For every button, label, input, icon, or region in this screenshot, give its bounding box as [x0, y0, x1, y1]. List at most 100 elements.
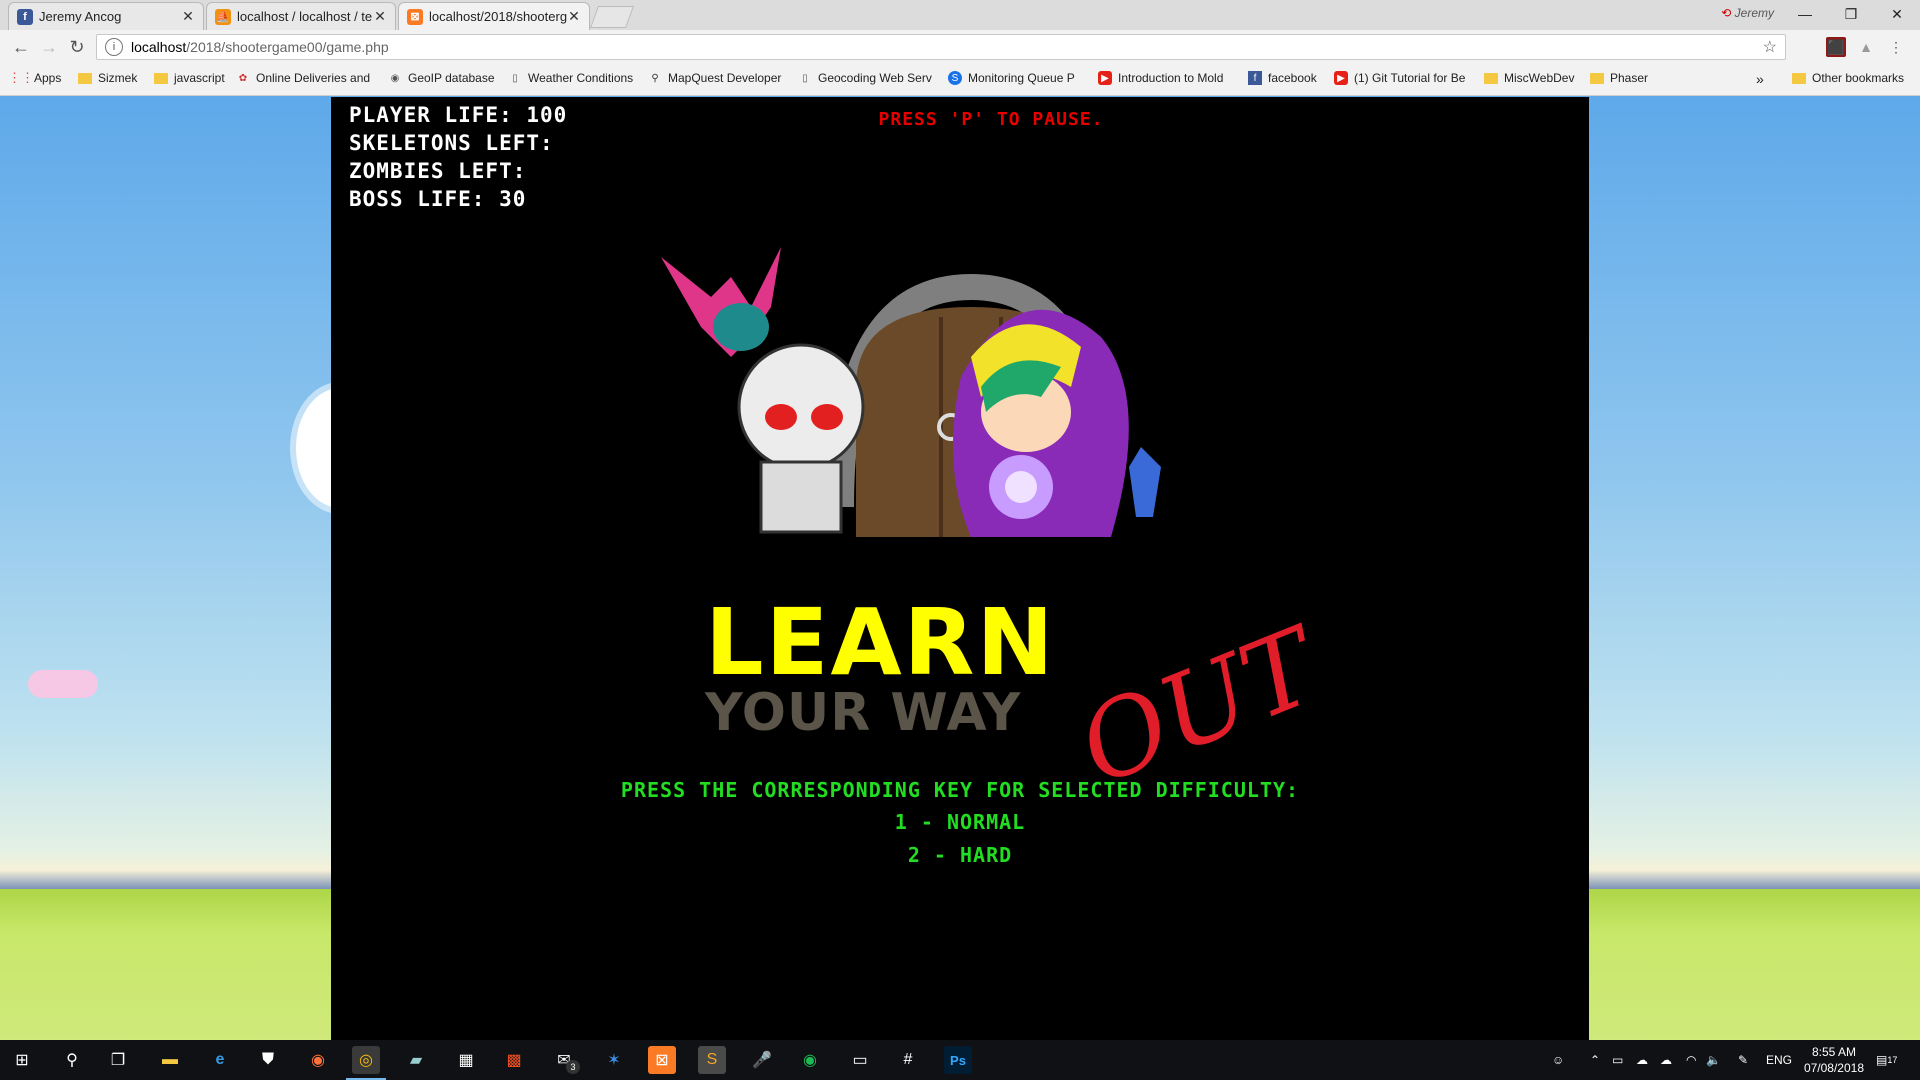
bookmark-mapquest[interactable]: ⚲ MapQuest Developer [648, 71, 781, 85]
magic-orb-glow [1005, 471, 1037, 503]
reload-icon[interactable]: ↻ [66, 36, 88, 58]
skeleton-eye [765, 404, 797, 430]
spotify-icon[interactable]: ◉ [796, 1046, 824, 1074]
windows-start-icon[interactable]: ⊞ [8, 1046, 36, 1074]
youtube-icon: ▶ [1098, 71, 1112, 85]
tab-game[interactable]: ⊠ localhost/2018/shooterg ✕ [398, 2, 590, 30]
terminal-icon[interactable]: ▭ [846, 1046, 874, 1074]
onedrive-icon[interactable]: ☁ [1660, 1040, 1672, 1080]
folder-icon [1590, 72, 1604, 84]
cloud-sprite [28, 670, 98, 698]
logo-your-way: YOUR WAY [705, 683, 1022, 743]
bookmark-label: GeoIP database [408, 71, 495, 85]
more-bookmarks-button[interactable]: » [1756, 71, 1764, 87]
facebook-icon: f [17, 8, 33, 25]
calculator-icon[interactable]: ▦ [452, 1046, 480, 1074]
minimize-button[interactable]: — [1782, 0, 1828, 28]
file-explorer-icon[interactable]: ▬ [156, 1046, 184, 1074]
profile-button[interactable]: ⟲ Jeremy [1721, 6, 1774, 20]
crystal-staff [1129, 447, 1161, 517]
notes-app-icon[interactable]: ▰ [402, 1046, 430, 1074]
bookmark-online-deliveries[interactable]: ✿ Online Deliveries and [236, 71, 370, 85]
cloud-icon[interactable]: ☁ [1636, 1040, 1648, 1080]
bookmark-label: Sizmek [98, 71, 138, 85]
task-view-icon[interactable]: ❐ [104, 1046, 132, 1074]
tab-facebook[interactable]: f Jeremy Ancog ✕ [8, 2, 204, 30]
office-icon[interactable]: ▩ [500, 1046, 528, 1074]
tab-phpmyadmin[interactable]: ⛵ localhost / localhost / te ✕ [206, 2, 396, 30]
game-canvas[interactable]: PLAYER LIFE: 100 SKELETONS LEFT: ZOMBIES… [331, 97, 1589, 1040]
slack-icon[interactable]: # [894, 1046, 922, 1074]
bookmark-label: facebook [1268, 71, 1317, 85]
tab-title: Jeremy Ancog [39, 9, 122, 24]
new-tab-button[interactable] [589, 6, 635, 28]
option-normal[interactable]: 1 - NORMAL [331, 810, 1589, 834]
search-icon[interactable]: ⚲ [58, 1046, 86, 1074]
address-bar[interactable]: i localhost/2018/shootergame00/game.php … [96, 34, 1786, 60]
art-baseline [641, 537, 1281, 547]
folder-icon [78, 72, 92, 84]
mapquest-icon: ⚲ [651, 72, 659, 84]
bookmark-label: Other bookmarks [1812, 71, 1905, 85]
skeleton-ribcage [759, 460, 843, 534]
volume-icon[interactable]: 🔈 [1706, 1040, 1721, 1080]
sublime-text-icon[interactable]: S [698, 1046, 726, 1074]
people-icon[interactable]: ☺ [1552, 1040, 1564, 1080]
store-icon[interactable]: ⛊ [254, 1046, 282, 1074]
skeleton-eye [811, 404, 843, 430]
folder-icon [1792, 72, 1806, 84]
pdf-extension-icon[interactable]: ⬛ [1826, 37, 1846, 57]
bookmark-label: (1) Git Tutorial for Be [1354, 71, 1466, 85]
bookmark-geoip[interactable]: ◉ GeoIP database [388, 71, 495, 85]
option-hard[interactable]: 2 - HARD [331, 843, 1589, 867]
bookmark-apps[interactable]: ⋮⋮ Apps [8, 70, 61, 85]
forward-arrow-icon[interactable]: → [38, 36, 60, 58]
microphone-icon[interactable]: 🎤 [748, 1046, 776, 1074]
bookmark-javascript[interactable]: javascript [154, 71, 225, 85]
apps-grid-icon: ⋮⋮ [8, 70, 34, 85]
edge-icon[interactable]: e [206, 1046, 234, 1074]
notification-center-icon[interactable]: ▤ 17 [1876, 1040, 1897, 1080]
close-window-button[interactable]: ✕ [1874, 0, 1920, 28]
bookmark-label: javascript [174, 71, 225, 85]
facebook-icon: f [1248, 71, 1262, 85]
bookmark-geocoding[interactable]: ▯ Geocoding Web Serv [798, 71, 932, 85]
bookmark-git-tutorial[interactable]: ▶ (1) Git Tutorial for Be [1334, 71, 1465, 85]
photoshop-icon[interactable]: Ps [944, 1046, 972, 1074]
bookmark-phaser[interactable]: Phaser [1590, 71, 1648, 85]
pause-hint: PRESS 'P' TO PAUSE. [878, 109, 1104, 130]
wifi-icon[interactable]: ◠ [1686, 1040, 1696, 1080]
skeleton-skull [737, 343, 865, 471]
other-bookmarks[interactable]: Other bookmarks [1792, 71, 1904, 85]
notification-count: 17 [1887, 1055, 1898, 1065]
bookmark-sizmek[interactable]: Sizmek [78, 71, 137, 85]
difficulty-prompt: PRESS THE CORRESPONDING KEY FOR SELECTED… [620, 778, 1300, 802]
bookmark-facebook[interactable]: f facebook [1248, 71, 1317, 85]
bookmark-molding[interactable]: ▶ Introduction to Mold [1098, 71, 1223, 85]
bookmark-star-icon[interactable]: ☆ [1763, 37, 1777, 57]
close-icon[interactable]: ✕ [567, 8, 581, 25]
bookmark-label: Introduction to Mold [1118, 71, 1224, 85]
menu-dots-icon[interactable]: ⋮ [1886, 37, 1906, 57]
bookmark-miscwebdev[interactable]: MiscWebDev [1484, 71, 1574, 85]
close-icon[interactable]: ✕ [373, 8, 387, 25]
xampp-icon[interactable]: ⊠ [648, 1046, 676, 1074]
firefox-icon[interactable]: ◉ [304, 1046, 332, 1074]
chrome-icon[interactable]: ◎ [352, 1046, 380, 1074]
info-icon[interactable]: i [105, 38, 123, 56]
bookmark-weather[interactable]: ▯ Weather Conditions [508, 71, 633, 85]
clock[interactable]: 8:55 AM 07/08/2018 [1804, 1044, 1864, 1076]
pinned-app-icon[interactable]: ✶ [600, 1046, 628, 1074]
pen-icon[interactable]: ✎ [1738, 1040, 1748, 1080]
bookmark-label: Phaser [1610, 71, 1649, 85]
bookmark-monitoring[interactable]: S Monitoring Queue P [948, 71, 1075, 85]
clock-time: 8:55 AM [1811, 1045, 1856, 1059]
globe-icon: ◉ [390, 72, 400, 84]
battery-icon[interactable]: ▭ [1612, 1040, 1623, 1080]
chevron-up-icon[interactable]: ⌃ [1590, 1040, 1600, 1080]
language-indicator[interactable]: ENG [1766, 1040, 1792, 1080]
back-arrow-icon[interactable]: ← [10, 36, 32, 58]
restore-button[interactable]: ❐ [1828, 0, 1874, 28]
close-icon[interactable]: ✕ [181, 8, 195, 25]
drive-extension-icon[interactable]: ▲ [1856, 37, 1876, 57]
